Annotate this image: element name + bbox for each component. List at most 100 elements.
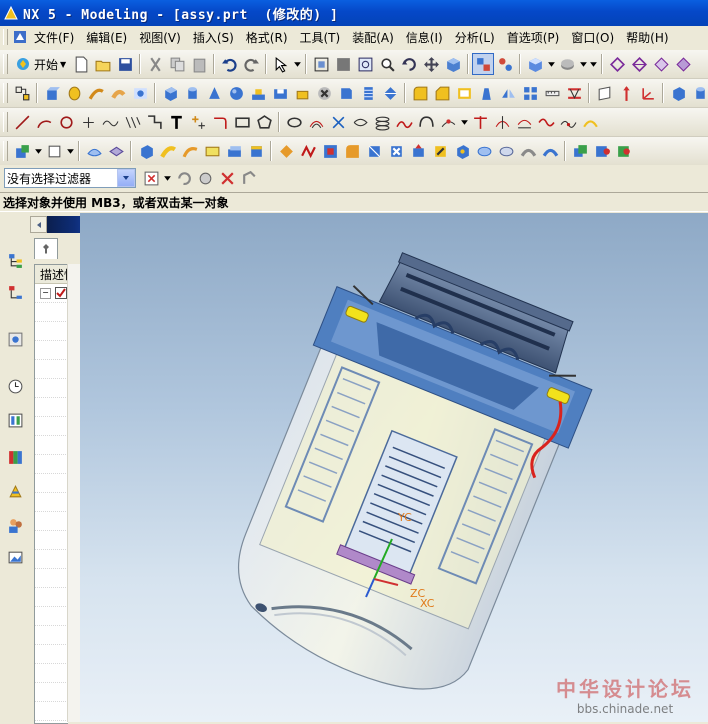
cut-button[interactable] <box>144 53 166 75</box>
table-row[interactable]: − <box>35 284 68 303</box>
hole-button[interactable] <box>129 82 151 104</box>
nsided-surface-button[interactable] <box>135 140 157 162</box>
redo-button[interactable] <box>240 53 262 75</box>
thread-button[interactable] <box>357 82 379 104</box>
subtract-button[interactable] <box>591 140 613 162</box>
rectangle-curve-button[interactable] <box>231 111 253 133</box>
offset-surface-button[interactable] <box>223 140 245 162</box>
menu-help[interactable]: 帮助(H) <box>620 29 674 46</box>
sweep-button[interactable] <box>85 82 107 104</box>
palettes-tab[interactable] <box>4 546 26 568</box>
face-analysis-button[interactable] <box>650 53 672 75</box>
new-file-button[interactable] <box>70 53 92 75</box>
navigator-pin-tab[interactable] <box>34 238 58 259</box>
fillet-curve-button[interactable] <box>209 111 231 133</box>
point-button[interactable] <box>77 111 99 133</box>
trim-sheet-button[interactable] <box>275 140 297 162</box>
blank-component-dropdown[interactable] <box>65 140 75 162</box>
cylinder-button[interactable] <box>181 82 203 104</box>
curve-more-dropdown[interactable] <box>459 111 469 133</box>
plus-point-button[interactable] <box>187 111 209 133</box>
shade-button[interactable] <box>442 53 464 75</box>
nx-app-icon[interactable] <box>3 5 19 21</box>
boss-button[interactable] <box>247 82 269 104</box>
emboss-button[interactable] <box>313 82 335 104</box>
global-shaping-button[interactable] <box>473 140 495 162</box>
copy-button[interactable] <box>166 53 188 75</box>
ruled-surface-button[interactable] <box>105 140 127 162</box>
view-orient-dropdown[interactable] <box>546 53 556 75</box>
datum-csys-button[interactable] <box>637 82 659 104</box>
scroll-left-button[interactable] <box>30 216 47 233</box>
block-button[interactable] <box>159 82 181 104</box>
select-tool-dropdown[interactable] <box>292 53 302 75</box>
menu-information[interactable]: 信息(I) <box>400 29 449 46</box>
offset-curve-button[interactable] <box>305 111 327 133</box>
view-orient-button[interactable] <box>524 53 546 75</box>
patch-button[interactable] <box>319 140 341 162</box>
navigator-vscrollbar[interactable] <box>67 264 81 722</box>
wireframe-button[interactable] <box>606 53 628 75</box>
swept-surface-button[interactable] <box>157 140 179 162</box>
reuse-library-tab[interactable] <box>4 409 26 431</box>
graphics-viewport[interactable]: YC ZC XC 中华设计论坛 bbs.chinade.net <box>80 213 708 722</box>
styled-sweep-button[interactable] <box>539 140 561 162</box>
trim-curve-button[interactable] <box>469 111 491 133</box>
intersect-button[interactable] <box>613 140 635 162</box>
menu-analysis[interactable]: 分析(L) <box>449 29 501 46</box>
bridge-curve-button[interactable] <box>415 111 437 133</box>
process-studio-tab[interactable] <box>4 480 26 502</box>
chevron-down-icon[interactable] <box>117 169 135 187</box>
toolbar-grip[interactable] <box>3 83 8 103</box>
pocket-button[interactable] <box>269 82 291 104</box>
measure-button[interactable] <box>541 82 563 104</box>
pad-button[interactable] <box>291 82 313 104</box>
type-filter-select[interactable]: 没有选择过滤器 <box>4 168 136 188</box>
menu-window[interactable]: 窗口(O) <box>565 29 620 46</box>
sew-sheet-button[interactable] <box>297 140 319 162</box>
shell-button[interactable] <box>453 82 475 104</box>
draft-button[interactable] <box>475 82 497 104</box>
start-button[interactable]: 开始 ▼ <box>11 56 70 73</box>
collapse-toggle-icon[interactable]: − <box>40 288 51 299</box>
pan-button[interactable] <box>420 53 442 75</box>
system-materials-tab[interactable] <box>4 446 26 468</box>
save-button[interactable] <box>114 53 136 75</box>
cylinder-primitive-button[interactable] <box>689 82 708 104</box>
blank-component-button[interactable] <box>43 140 65 162</box>
navigator-table[interactable]: 描述性 − <box>34 264 68 724</box>
extrude-button[interactable] <box>41 82 63 104</box>
chamfer-button[interactable] <box>431 82 453 104</box>
menu-file[interactable]: 文件(F) <box>28 29 80 46</box>
delete-face-button[interactable] <box>385 140 407 162</box>
trim-body-button[interactable] <box>379 82 401 104</box>
snap-point-button[interactable] <box>216 167 238 189</box>
checkbox-checked-icon[interactable] <box>55 287 67 299</box>
intersect-curve-button[interactable] <box>349 111 371 133</box>
replace-face-button[interactable] <box>363 140 385 162</box>
zoom-button[interactable] <box>376 53 398 75</box>
display-mode-button[interactable] <box>556 53 578 75</box>
selection-scope-dropdown[interactable] <box>162 167 172 189</box>
resize-face-button[interactable] <box>429 140 451 162</box>
surface-through-curves-button[interactable] <box>83 140 105 162</box>
select-tool-button[interactable] <box>270 53 292 75</box>
display-mode-dropdown[interactable] <box>578 53 588 75</box>
reset-filter-button[interactable] <box>172 167 194 189</box>
extension-surface-button[interactable] <box>201 140 223 162</box>
toolbar-grip[interactable] <box>3 112 8 132</box>
sew-button[interactable] <box>563 82 585 104</box>
datum-axis-button[interactable] <box>615 82 637 104</box>
constraint-navigator-tab[interactable] <box>4 281 26 303</box>
mirror-button[interactable] <box>497 82 519 104</box>
menu-preferences[interactable]: 首选项(P) <box>501 29 566 46</box>
toolbar-grip[interactable] <box>3 141 8 161</box>
menu-insert[interactable]: 插入(S) <box>187 29 240 46</box>
menu-edit[interactable]: 编辑(E) <box>80 29 133 46</box>
menu-grip[interactable] <box>3 29 8 45</box>
paste-button[interactable] <box>188 53 210 75</box>
curve-misc-button[interactable] <box>579 111 601 133</box>
history-tab[interactable] <box>4 375 26 397</box>
navigator-column-header[interactable]: 描述性 <box>35 265 68 284</box>
zoom-window-button[interactable] <box>354 53 376 75</box>
